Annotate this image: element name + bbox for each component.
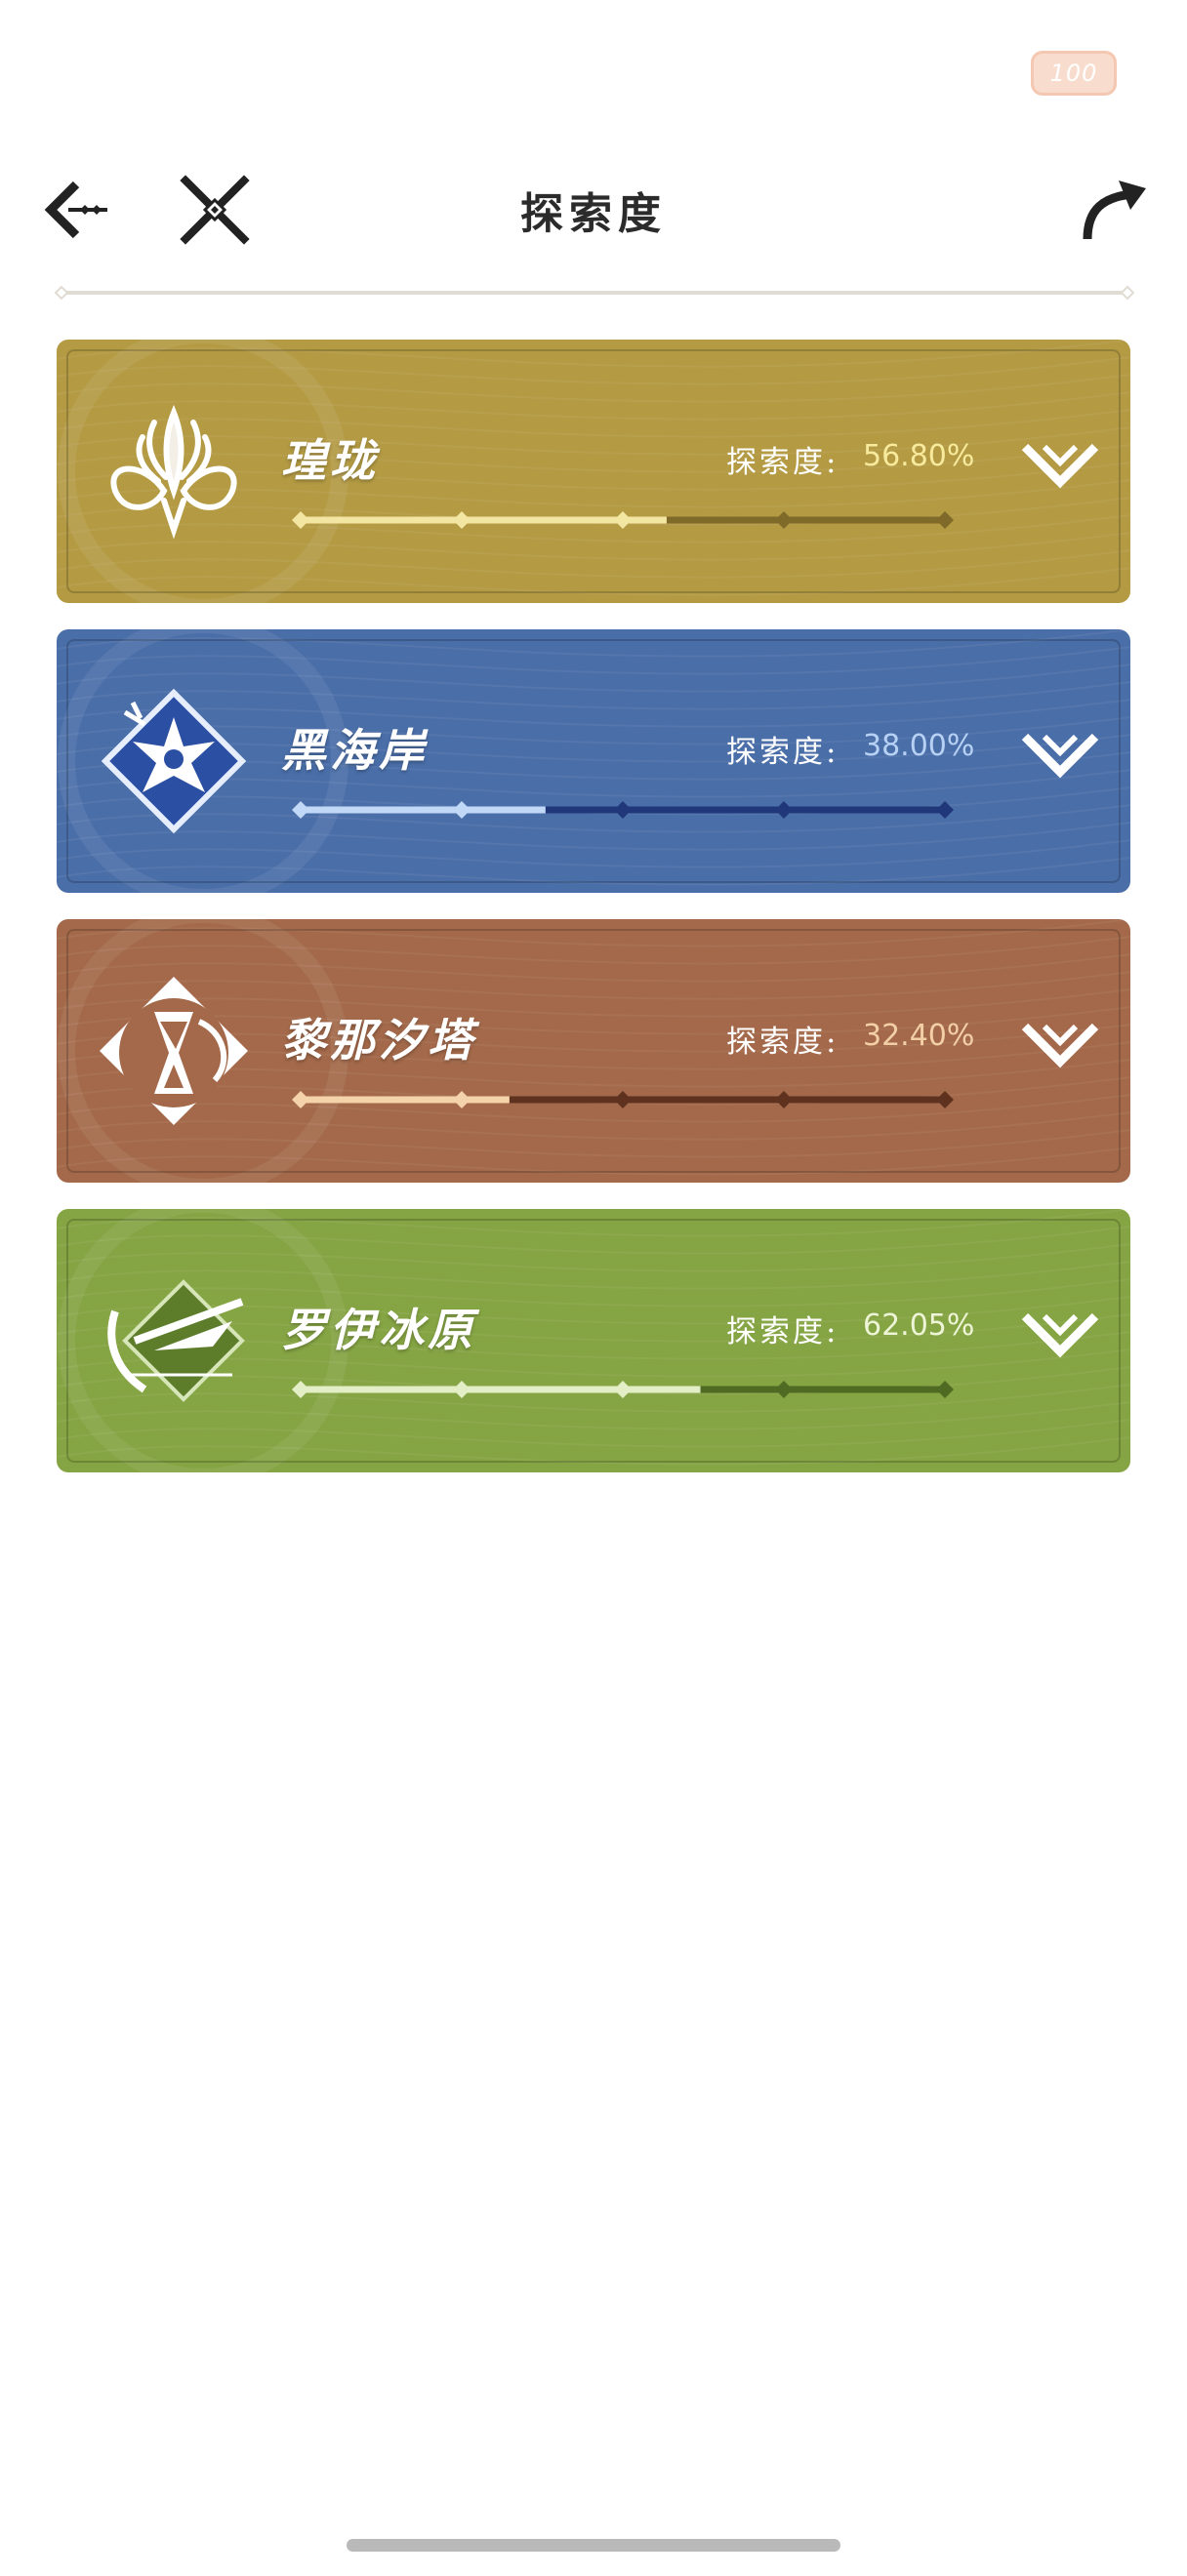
exploration-progress-bar <box>291 1375 955 1404</box>
region-card[interactable]: 瑝珑 探索度: 56.80% <box>57 340 1130 603</box>
exploration-progress-bar <box>291 505 955 535</box>
exploration-value: 62.05% <box>863 1308 975 1343</box>
progress-milestone <box>936 801 954 819</box>
progress-milestone <box>775 1381 793 1398</box>
exploration-progress-bar <box>291 795 955 825</box>
region-card[interactable]: 黑海岸 探索度: 38.00% <box>57 629 1130 893</box>
badge-value: 100 <box>1049 60 1098 87</box>
progress-milestone <box>453 511 471 529</box>
header-divider <box>54 285 1135 301</box>
progress-milestone <box>292 1381 309 1398</box>
region-name: 黎那汐塔 <box>281 1014 476 1067</box>
progress-milestone <box>775 1091 793 1108</box>
progress-milestone <box>936 1381 954 1398</box>
progress-milestone <box>453 1381 471 1398</box>
chevron-down-icon[interactable] <box>1019 1019 1101 1077</box>
exploration-label: 探索度: <box>726 735 839 770</box>
page-title: 探索度 <box>520 189 667 239</box>
exploration-value: 38.00% <box>863 729 975 763</box>
hourglass-emblem-icon <box>86 963 262 1139</box>
progress-milestone <box>292 511 309 529</box>
progress-milestone <box>936 1091 954 1108</box>
home-indicator[interactable] <box>347 2539 840 2552</box>
exploration-value: 56.80% <box>863 439 975 473</box>
progress-milestone <box>292 1091 309 1108</box>
star-flower-emblem-icon <box>86 673 262 849</box>
progress-milestone <box>775 511 793 529</box>
chevron-down-icon[interactable] <box>1019 729 1101 787</box>
progress-milestone <box>292 801 309 819</box>
exploration-label: 探索度: <box>726 1314 839 1349</box>
ice-spear-emblem-icon <box>86 1253 262 1429</box>
progress-milestone <box>614 801 632 819</box>
progress-milestone <box>453 801 471 819</box>
progress-milestone <box>614 1091 632 1108</box>
exploration-label: 探索度: <box>726 445 839 480</box>
header-bar: 探索度 <box>0 171 1187 249</box>
progress-milestone <box>614 511 632 529</box>
exploration-label: 探索度: <box>726 1025 839 1060</box>
region-name: 罗伊冰原 <box>281 1304 476 1356</box>
chevron-down-icon[interactable] <box>1019 1308 1101 1367</box>
region-name: 黑海岸 <box>281 724 428 777</box>
region-card[interactable]: 罗伊冰原 探索度: 62.05% <box>57 1209 1130 1472</box>
currency-badge: 100 <box>1031 51 1117 96</box>
progress-milestone <box>775 801 793 819</box>
progress-milestone <box>936 511 954 529</box>
dragon-emblem-icon <box>86 383 262 559</box>
exploration-progress-bar <box>291 1085 955 1114</box>
progress-milestone <box>453 1091 471 1108</box>
region-card[interactable]: 黎那汐塔 探索度: 32.40% <box>57 919 1130 1183</box>
chevron-down-icon[interactable] <box>1019 439 1101 498</box>
region-name: 瑝珑 <box>281 434 379 487</box>
progress-milestone <box>614 1381 632 1398</box>
exploration-value: 32.40% <box>863 1019 975 1053</box>
share-arrow-icon[interactable] <box>1074 171 1152 249</box>
